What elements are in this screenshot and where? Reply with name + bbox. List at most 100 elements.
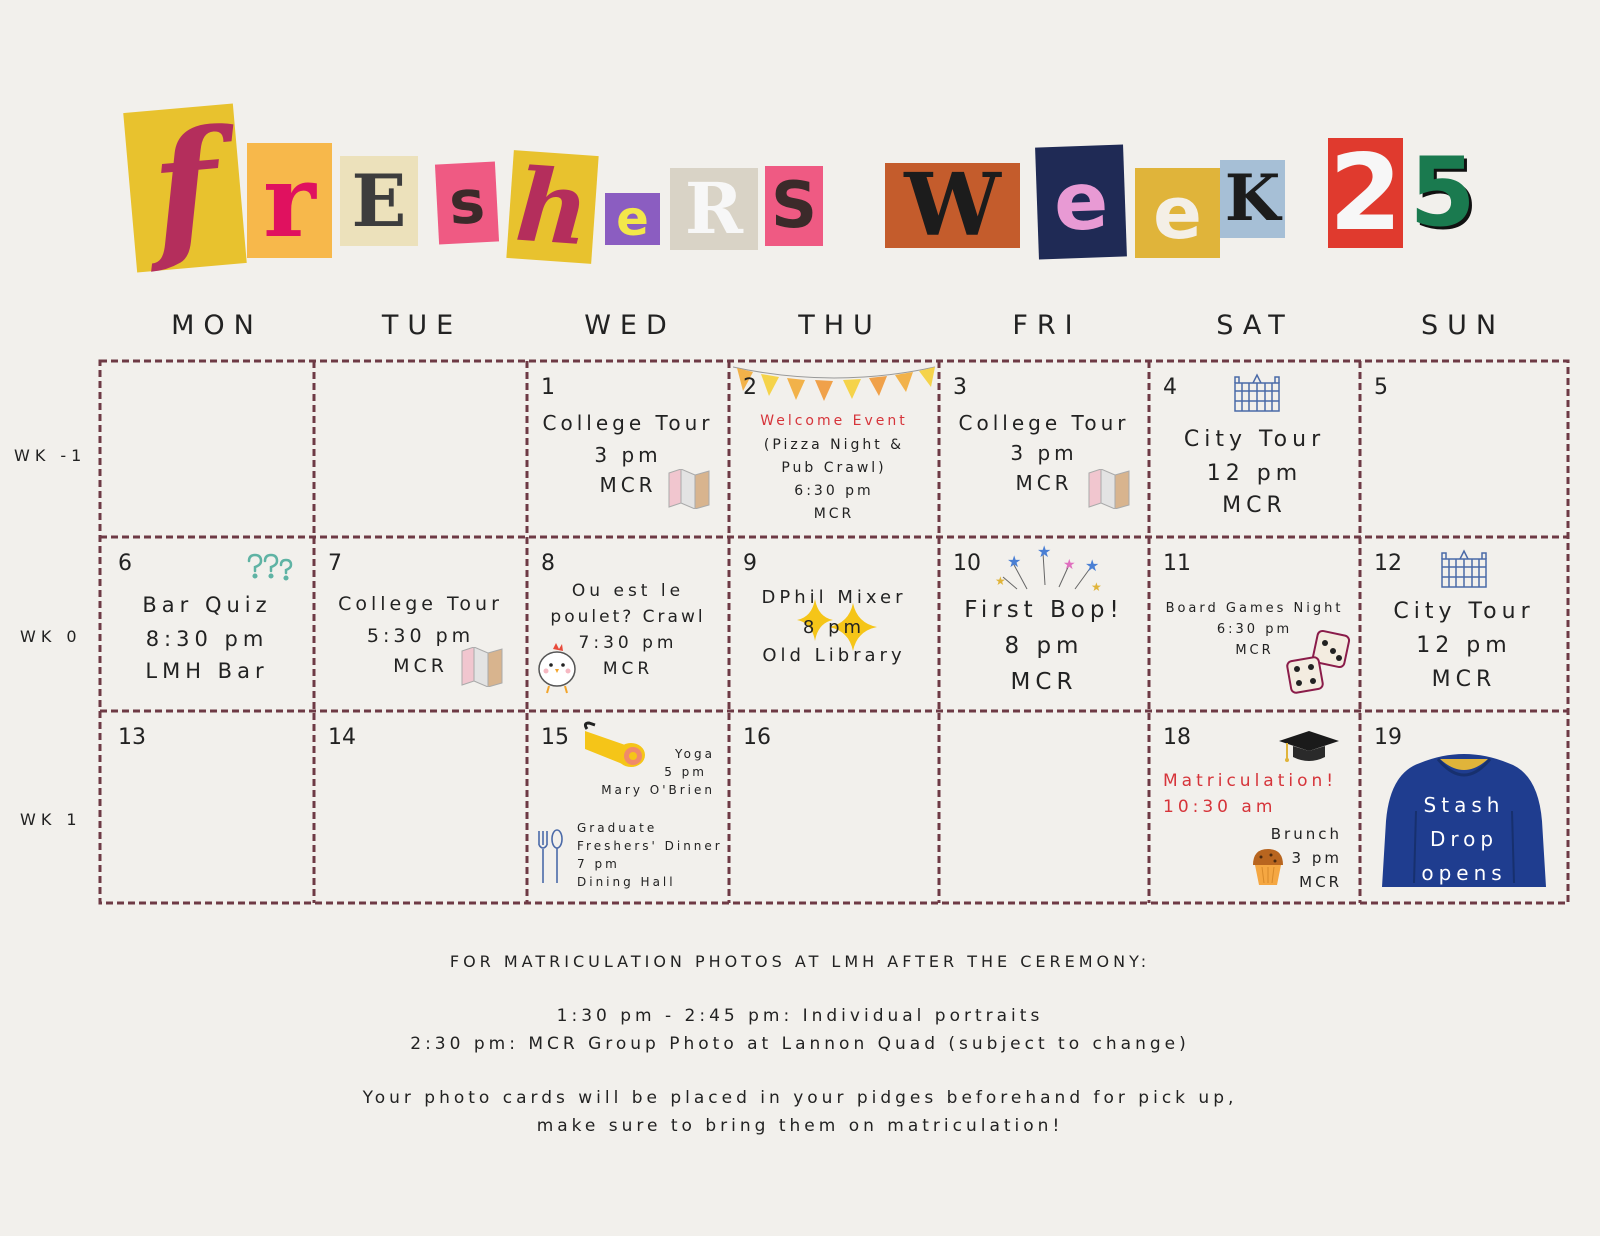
- footer-heading: FOR MATRICULATION PHOTOS AT LMH AFTER TH…: [449, 952, 1151, 971]
- calendar-cell[interactable]: 15 Yoga 5 pm Mary O'Brien Graduate Fresh…: [527, 711, 729, 903]
- calendar-cell[interactable]: 4 City Tour 12 pm MCR: [1149, 361, 1360, 537]
- yoga-mat-icon: [583, 721, 645, 767]
- day-number: 4: [1163, 375, 1177, 400]
- calendar-cell[interactable]: 6 Bar Quiz 8:30 pm LMH Bar: [100, 537, 314, 711]
- event-location: MCR: [813, 506, 855, 522]
- event-title: poulet? Crawl: [550, 607, 706, 627]
- title-letter: 2: [1328, 131, 1403, 254]
- title-letter: f: [123, 98, 247, 278]
- title-letter: h: [506, 146, 599, 268]
- day-header-sun: SUN: [1420, 310, 1506, 341]
- event-location: Old Library: [762, 645, 906, 666]
- event-time: 6:30 pm: [794, 483, 874, 499]
- day-number: 12: [1374, 551, 1402, 576]
- svg-text:★: ★: [1007, 552, 1021, 571]
- title-letter: r: [247, 143, 332, 258]
- event-title: Ou est le: [571, 581, 685, 601]
- calendar-cell[interactable]: 1 College Tour 3 pm MCR: [527, 361, 729, 537]
- event-time: 3 pm: [594, 443, 662, 467]
- event-time: 7 pm: [577, 857, 620, 871]
- day-number: 19: [1374, 725, 1402, 750]
- event-time: 3 pm: [1010, 441, 1078, 465]
- event-location: MCR: [1299, 873, 1342, 891]
- event-time: 8 pm: [1004, 633, 1084, 659]
- day-header-sat: SAT: [1216, 310, 1294, 341]
- title-letter: E: [340, 156, 418, 246]
- event-time: 12 pm: [1416, 633, 1512, 658]
- day-header-fri: FRI: [1012, 310, 1082, 341]
- week-label: WK 0: [20, 627, 82, 646]
- day-header-tue: TUE: [381, 310, 463, 341]
- event-title: First Bop!: [964, 597, 1124, 623]
- calendar-cell[interactable]: 12 City Tour 12 pm MCR: [1360, 537, 1568, 711]
- event-title: Freshers' Dinner: [577, 839, 723, 853]
- calendar-cell[interactable]: 3 College Tour 3 pm MCR: [939, 361, 1149, 537]
- event-time: 3 pm: [1291, 849, 1342, 867]
- calendar-cell[interactable]: 8 Ou est le poulet? Crawl 7:30 pm MCR: [527, 537, 729, 711]
- event-time: 12 pm: [1206, 461, 1303, 486]
- calendar-cell[interactable]: 11 Board Games Night 6:30 pm MCR: [1149, 537, 1360, 711]
- svg-text:★: ★: [1037, 543, 1051, 561]
- calendar-cell[interactable]: 10 ★ ★ ★ ★ ★ ★ First Bop! 8 pm MCR: [939, 537, 1149, 711]
- title-letter: S: [765, 166, 823, 246]
- title-letter: R: [670, 168, 758, 250]
- cutlery-icon: [538, 829, 563, 883]
- svg-text:★: ★: [1085, 556, 1099, 575]
- day-header-thu: THU: [798, 310, 882, 341]
- map-icon: [461, 647, 503, 687]
- calendar-cell[interactable]: 2 Welcome Event (Pizza Night & Pub Crawl…: [729, 361, 939, 537]
- title-letter: K: [1220, 160, 1285, 238]
- event-location: Dining Hall: [577, 875, 676, 889]
- title-letter: s: [434, 161, 500, 245]
- event-title: Bar Quiz: [142, 593, 272, 617]
- dice-icon: [1286, 629, 1351, 694]
- day-header-mon: MON: [171, 310, 263, 341]
- footer-line: 2:30 pm: MCR Group Photo at Lannon Quad …: [410, 1034, 1190, 1054]
- event-location: Mary O'Brien: [601, 783, 715, 797]
- event-title: Stash: [1423, 793, 1505, 817]
- calendar-cell[interactable]: 13: [100, 711, 314, 903]
- stars-icon: ★ ★ ★ ★ ★ ★: [995, 543, 1102, 594]
- event-detail: Pub Crawl): [781, 460, 887, 476]
- event-time: 8 pm: [802, 617, 866, 638]
- day-number: 5: [1374, 375, 1388, 400]
- week-label: WK 1: [20, 810, 82, 829]
- footer-line: Your photo cards will be placed in your …: [362, 1088, 1238, 1108]
- event-title: Welcome Event: [760, 413, 908, 429]
- day-number: 1: [541, 375, 555, 400]
- event-location: MCR: [1431, 667, 1497, 692]
- calendar-cell[interactable]: [939, 711, 1149, 903]
- map-icon: [668, 469, 710, 509]
- building-icon: [1441, 549, 1487, 588]
- event-title: DPhil Mixer: [761, 587, 907, 608]
- event-time: 10:30 am: [1163, 797, 1277, 817]
- day-number: 11: [1163, 551, 1191, 576]
- day-number: 9: [743, 551, 757, 576]
- day-number: 2: [743, 375, 757, 400]
- calendar-cell[interactable]: 19 Stash Drop opens: [1360, 711, 1568, 903]
- day-number: 13: [118, 725, 146, 750]
- chicken-icon: [538, 643, 576, 694]
- event-location: MCR: [1010, 669, 1078, 695]
- svg-text:★: ★: [1091, 580, 1102, 594]
- day-number: 8: [541, 551, 555, 576]
- calendar-cell[interactable]: 5: [1360, 361, 1568, 537]
- week-label: WK -1: [14, 446, 87, 465]
- event-location: MCR: [1222, 493, 1287, 518]
- calendar-cell[interactable]: 18 Matriculation! 10:30 am Brunch 3 pm M…: [1149, 711, 1360, 903]
- event-time: 5 pm: [664, 765, 707, 779]
- calendar-cell[interactable]: 7 College Tour 5:30 pm MCR: [314, 537, 527, 711]
- calendar-cell[interactable]: 9 DPhil Mixer 8 pm Old Library: [729, 537, 939, 711]
- muffin-icon: [1253, 849, 1283, 885]
- day-number: 15: [541, 725, 569, 750]
- day-number: 3: [953, 375, 967, 400]
- day-number: 7: [328, 551, 342, 576]
- footer-line: 1:30 pm - 2:45 pm: Individual portraits: [556, 1006, 1044, 1026]
- svg-text:★: ★: [995, 574, 1006, 588]
- event-title: Matriculation!: [1163, 771, 1338, 791]
- building-icon: [1234, 373, 1280, 412]
- calendar-cell[interactable]: 16: [729, 711, 939, 903]
- title-letter: e: [605, 193, 660, 245]
- calendar-cell[interactable]: 14: [314, 711, 527, 903]
- footer-line: make sure to bring them on matriculation…: [536, 1116, 1064, 1136]
